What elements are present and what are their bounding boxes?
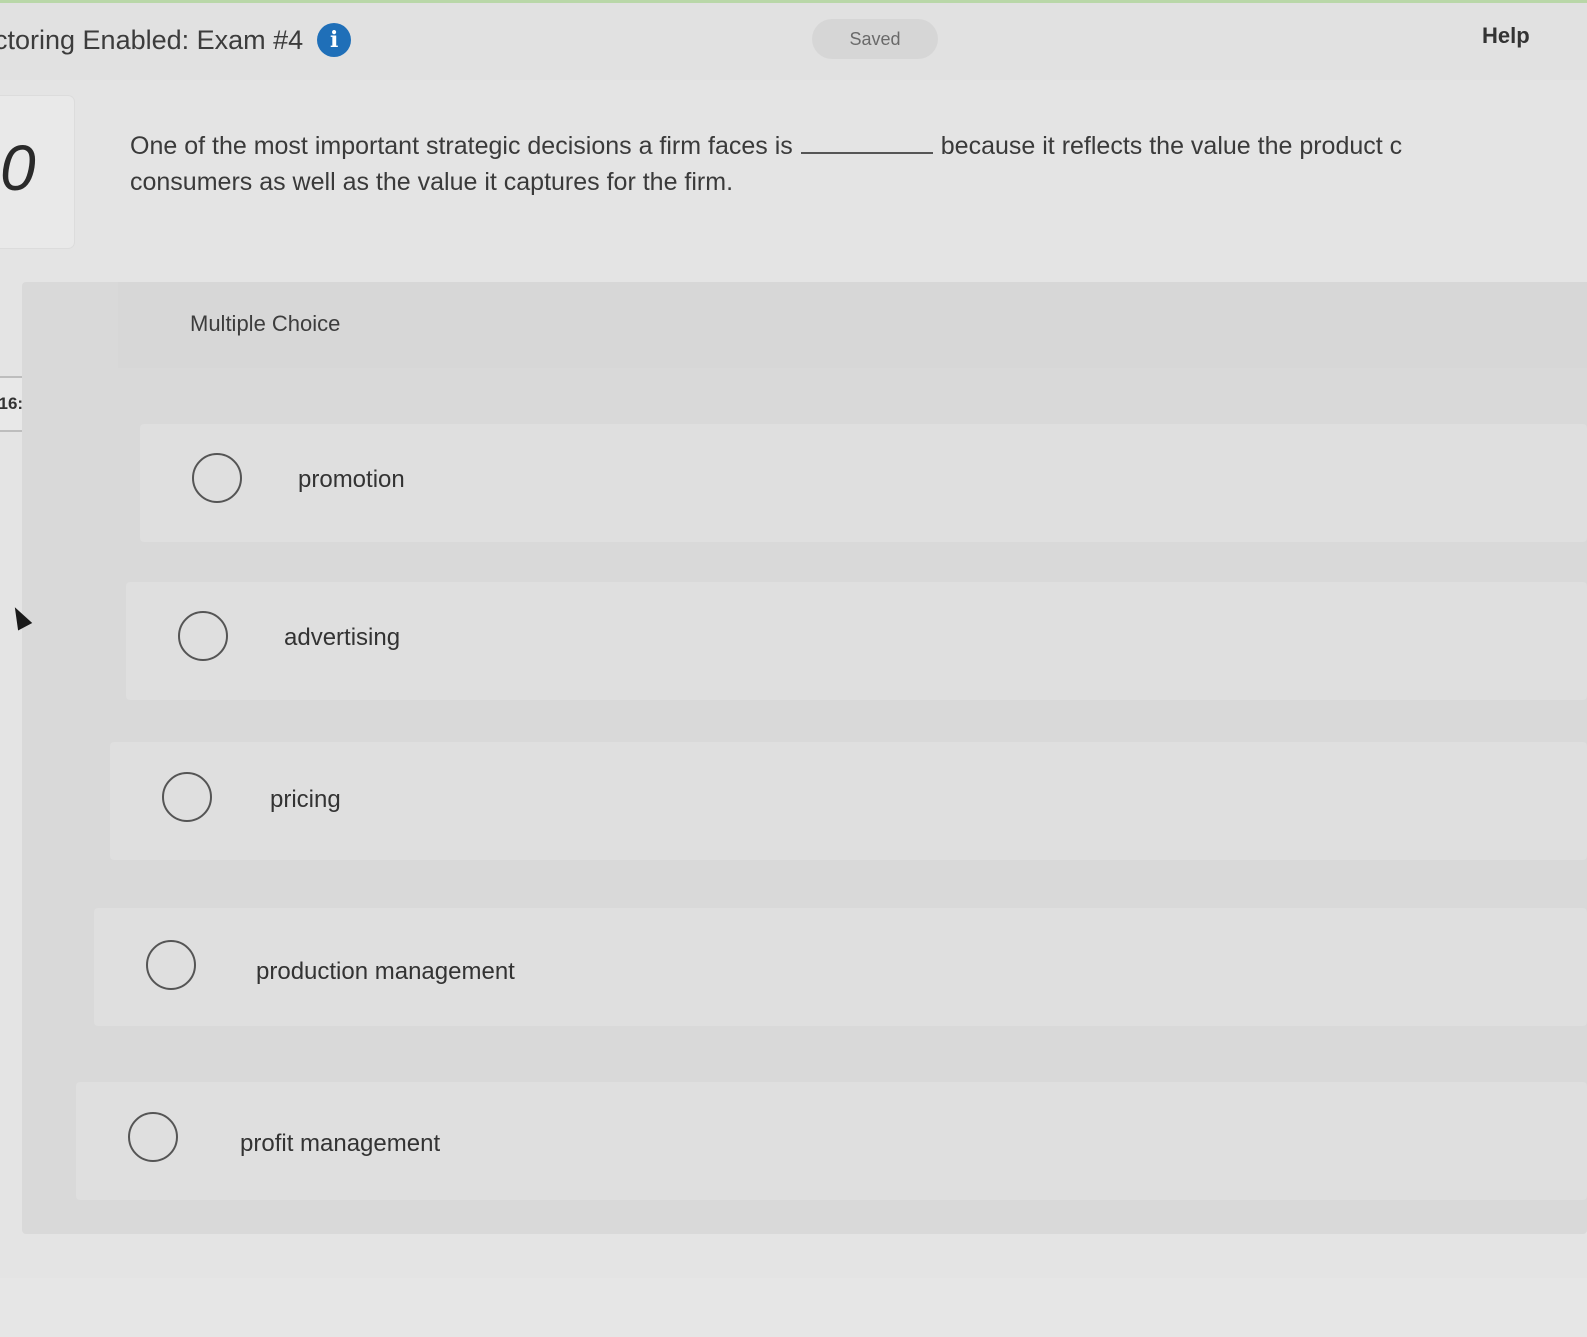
choice-label-profit-management[interactable]: profit management <box>240 1130 440 1158</box>
question-text-before-blank: One of the most important strategic deci… <box>130 132 793 160</box>
question-blank <box>800 152 933 154</box>
choice-label-pricing[interactable]: pricing <box>270 786 341 814</box>
choice-label-promotion[interactable]: promotion <box>298 466 405 494</box>
radio-button-production-management[interactable] <box>146 940 196 990</box>
choice-label-production-management[interactable]: production management <box>256 958 515 986</box>
exam-title: ctoring Enabled: Exam #4 i <box>0 23 352 57</box>
question-line-1: One of the most important strategic deci… <box>130 128 1587 164</box>
multiple-choice-label: Multiple Choice <box>190 311 341 336</box>
question-text: One of the most important strategic deci… <box>130 128 1587 200</box>
choice-option-pricing[interactable]: pricing <box>110 742 1587 860</box>
question-line-2: consumers as well as the value it captur… <box>130 168 734 196</box>
choice-option-production-management[interactable]: production management <box>94 908 1587 1026</box>
radio-button-pricing[interactable] <box>162 772 212 822</box>
radio-button-advertising[interactable] <box>178 611 228 661</box>
question-number: 0 <box>0 132 36 204</box>
help-link[interactable]: Help <box>1482 23 1530 49</box>
saved-status-badge: Saved <box>812 19 938 59</box>
choice-option-promotion[interactable]: promotion <box>140 424 1587 542</box>
exam-title-text: ctoring Enabled: Exam #4 <box>0 24 304 55</box>
choice-option-advertising[interactable]: advertising <box>126 582 1587 700</box>
info-icon[interactable]: i <box>317 23 352 57</box>
question-text-after-blank: because it reflects the value the produc… <box>940 132 1403 160</box>
bottom-strip <box>0 1278 1587 1337</box>
radio-button-promotion[interactable] <box>192 453 242 503</box>
radio-button-profit-management[interactable] <box>128 1112 178 1162</box>
choice-label-advertising[interactable]: advertising <box>284 624 400 652</box>
choice-option-profit-management[interactable]: profit management <box>76 1082 1587 1200</box>
top-bar: ctoring Enabled: Exam #4 i Saved Help <box>0 0 1587 80</box>
